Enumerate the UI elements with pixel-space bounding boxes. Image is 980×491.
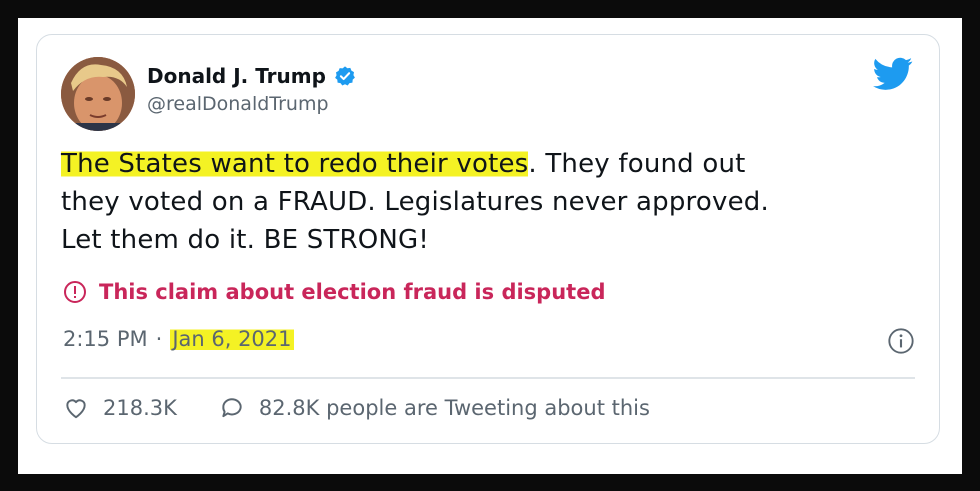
divider [61, 377, 915, 379]
tweet-text-rest: . They found out [528, 149, 746, 179]
warning-text[interactable]: This claim about election fraud is dispu… [99, 280, 605, 304]
speech-bubble-icon [222, 398, 242, 418]
disputed-claim-label[interactable]: This claim about election fraud is dispu… [63, 280, 605, 304]
like-count: 218.3K [103, 396, 177, 420]
tweet-line-2: they voted on a FRAUD. Legislatures neve… [61, 187, 769, 217]
tweet-line-3: Let them do it. BE STRONG! [61, 225, 430, 255]
info-icon[interactable] [887, 327, 915, 355]
author-block: Donald J. Trump @realDonaldTrump [147, 61, 356, 115]
heart-icon [66, 399, 86, 419]
like-button[interactable]: 218.3K [63, 395, 177, 421]
exclamation-circle-icon [64, 281, 86, 303]
tweeting-count: 82.8K people are Tweeting about this [258, 396, 650, 420]
tweet-body: The States want to redo their votes. The… [61, 145, 921, 259]
timestamp-row: 2:15 PM · Jan 6, 2021 [63, 327, 294, 351]
verified-badge-icon [335, 66, 355, 86]
display-name[interactable]: Donald J. Trump [147, 64, 326, 88]
engagement-row: 218.3K 82.8K people are Tweeting about t… [63, 395, 650, 421]
tweet-line-1: The States want to redo their votes. The… [61, 145, 921, 183]
handle[interactable]: @realDonaldTrump [147, 93, 356, 115]
avatar[interactable] [61, 57, 135, 131]
twitter-bird-icon[interactable] [873, 57, 913, 91]
tweet-date[interactable]: Jan 6, 2021 [170, 327, 294, 351]
meta-separator: · [155, 327, 163, 351]
tweeting-about-link[interactable]: 82.8K people are Tweeting about this [219, 395, 650, 421]
highlighted-text: The States want to redo their votes [61, 149, 529, 179]
tweet-card[interactable]: Donald J. Trump @realDonaldTrump The Sta… [36, 34, 940, 444]
tweet-time[interactable]: 2:15 PM [63, 327, 148, 351]
screenshot-frame: Donald J. Trump @realDonaldTrump The Sta… [18, 18, 962, 474]
